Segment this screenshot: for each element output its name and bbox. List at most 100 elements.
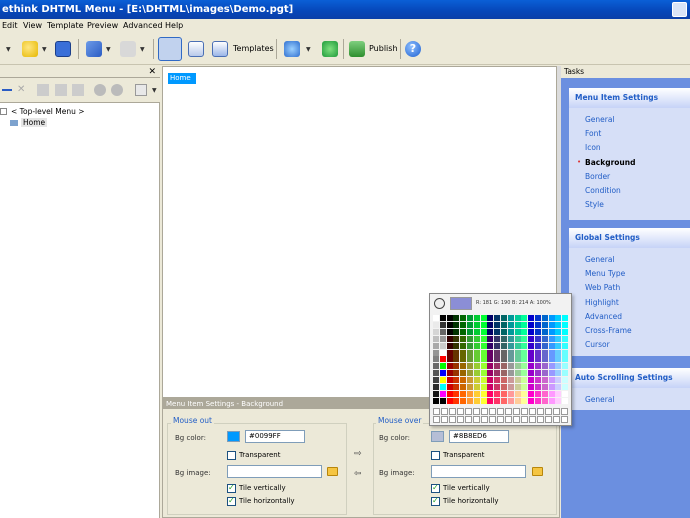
palette-swatch[interactable] bbox=[467, 342, 473, 349]
folder-icon[interactable] bbox=[327, 467, 338, 476]
mouse-out-color-swatch[interactable] bbox=[227, 431, 240, 442]
palette-swatch[interactable] bbox=[528, 397, 535, 404]
palette-swatch[interactable] bbox=[507, 390, 514, 397]
palette-swatch[interactable] bbox=[453, 390, 460, 397]
palette-swatch[interactable] bbox=[535, 397, 541, 404]
palette-swatch[interactable] bbox=[439, 397, 446, 404]
palette-swatch[interactable] bbox=[555, 315, 562, 321]
palette-swatch[interactable] bbox=[528, 321, 535, 328]
palette-swatch[interactable] bbox=[541, 377, 548, 384]
custom-color-slot[interactable] bbox=[561, 408, 568, 415]
palette-swatch[interactable] bbox=[501, 321, 507, 328]
palette-swatch[interactable] bbox=[555, 328, 562, 335]
templates-icon[interactable] bbox=[212, 41, 228, 57]
palette-swatch[interactable] bbox=[433, 342, 439, 349]
palette-swatch[interactable] bbox=[480, 349, 487, 356]
task-link-background[interactable]: Background bbox=[585, 158, 635, 167]
palette-swatch[interactable] bbox=[555, 384, 562, 390]
palette-swatch[interactable] bbox=[480, 384, 487, 390]
custom-color-slot[interactable] bbox=[561, 416, 568, 423]
palette-swatch[interactable] bbox=[501, 335, 507, 342]
palette-swatch[interactable] bbox=[507, 349, 514, 356]
palette-swatch[interactable] bbox=[535, 321, 541, 328]
palette-swatch[interactable] bbox=[439, 321, 446, 328]
tree-item-root[interactable]: < Top-level Menu > bbox=[11, 107, 85, 116]
palette-swatch[interactable] bbox=[460, 321, 467, 328]
palette-swatch[interactable] bbox=[460, 370, 467, 377]
preview-icon[interactable] bbox=[284, 41, 300, 57]
palette-swatch[interactable] bbox=[453, 328, 460, 335]
palette-swatch[interactable] bbox=[473, 328, 480, 335]
custom-color-slot[interactable] bbox=[473, 416, 480, 423]
palette-swatch[interactable] bbox=[487, 356, 494, 363]
publish-icon[interactable] bbox=[349, 41, 365, 57]
palette-swatch[interactable] bbox=[439, 349, 446, 356]
palette-swatch[interactable] bbox=[453, 335, 460, 342]
palette-swatch[interactable] bbox=[514, 384, 521, 390]
palette-swatch[interactable] bbox=[555, 349, 562, 356]
palette-swatch[interactable] bbox=[487, 342, 494, 349]
palette-swatch[interactable] bbox=[467, 384, 473, 390]
palette-swatch[interactable] bbox=[460, 377, 467, 384]
custom-color-slot[interactable] bbox=[513, 408, 520, 415]
custom-color-slot[interactable] bbox=[521, 408, 528, 415]
task-link-style[interactable]: Style bbox=[585, 200, 604, 209]
menu-view[interactable]: View bbox=[23, 20, 42, 32]
custom-color-slot[interactable] bbox=[457, 408, 464, 415]
palette-swatch[interactable] bbox=[514, 349, 521, 356]
task-link-general[interactable]: General bbox=[585, 395, 615, 404]
mouse-out-image-input[interactable] bbox=[227, 465, 322, 478]
palette-swatch[interactable] bbox=[439, 370, 446, 377]
palette-swatch[interactable] bbox=[501, 363, 507, 370]
palette-swatch[interactable] bbox=[562, 349, 569, 356]
palette-swatch[interactable] bbox=[521, 321, 528, 328]
palette-swatch[interactable] bbox=[433, 315, 439, 321]
palette-swatch[interactable] bbox=[535, 356, 541, 363]
palette-swatch[interactable] bbox=[514, 315, 521, 321]
task-link-border[interactable]: Border bbox=[585, 172, 610, 181]
task-link-general[interactable]: General bbox=[585, 115, 615, 124]
palette-swatch[interactable] bbox=[439, 384, 446, 390]
palette-swatch[interactable] bbox=[453, 397, 460, 404]
palette-swatch[interactable] bbox=[467, 377, 473, 384]
custom-color-slot[interactable] bbox=[481, 416, 488, 423]
remove-icon[interactable] bbox=[2, 89, 12, 91]
palette-swatch[interactable] bbox=[487, 328, 494, 335]
palette-swatch[interactable] bbox=[446, 315, 453, 321]
custom-color-slot[interactable] bbox=[545, 416, 552, 423]
palette-swatch[interactable] bbox=[562, 370, 569, 377]
palette-swatch[interactable] bbox=[480, 321, 487, 328]
palette-swatch[interactable] bbox=[514, 363, 521, 370]
palette-swatch[interactable] bbox=[562, 384, 569, 390]
custom-color-slot[interactable] bbox=[457, 416, 464, 423]
palette-swatch[interactable] bbox=[467, 390, 473, 397]
palette-swatch[interactable] bbox=[494, 370, 501, 377]
palette-swatch[interactable] bbox=[535, 363, 541, 370]
palette-swatch[interactable] bbox=[541, 321, 548, 328]
task-link-advanced[interactable]: Advanced bbox=[585, 312, 622, 321]
palette-swatch[interactable] bbox=[473, 356, 480, 363]
palette-swatch[interactable] bbox=[528, 349, 535, 356]
custom-color-slot[interactable] bbox=[497, 408, 504, 415]
palette-swatch[interactable] bbox=[446, 377, 453, 384]
redo-icon[interactable] bbox=[120, 41, 136, 57]
palette-swatch[interactable] bbox=[487, 363, 494, 370]
palette-swatch[interactable] bbox=[507, 356, 514, 363]
mouse-out-color-input[interactable]: #0099FF bbox=[245, 430, 305, 443]
menu-preview[interactable]: Preview bbox=[87, 20, 118, 32]
palette-swatch[interactable] bbox=[528, 335, 535, 342]
palette-swatch[interactable] bbox=[480, 397, 487, 404]
palette-swatch[interactable] bbox=[460, 349, 467, 356]
preview-dropdown-icon[interactable]: ▼ bbox=[306, 46, 311, 53]
custom-color-slot[interactable] bbox=[553, 408, 560, 415]
mouse-out-transparent-checkbox[interactable] bbox=[227, 451, 236, 460]
palette-swatch[interactable] bbox=[528, 315, 535, 321]
palette-swatch[interactable] bbox=[453, 363, 460, 370]
palette-swatch[interactable] bbox=[535, 390, 541, 397]
palette-swatch[interactable] bbox=[480, 342, 487, 349]
palette-swatch[interactable] bbox=[433, 370, 439, 377]
palette-swatch[interactable] bbox=[433, 397, 439, 404]
palette-swatch[interactable] bbox=[453, 384, 460, 390]
palette-swatch[interactable] bbox=[535, 370, 541, 377]
copy-left-icon[interactable]: ⇦ bbox=[354, 469, 362, 479]
